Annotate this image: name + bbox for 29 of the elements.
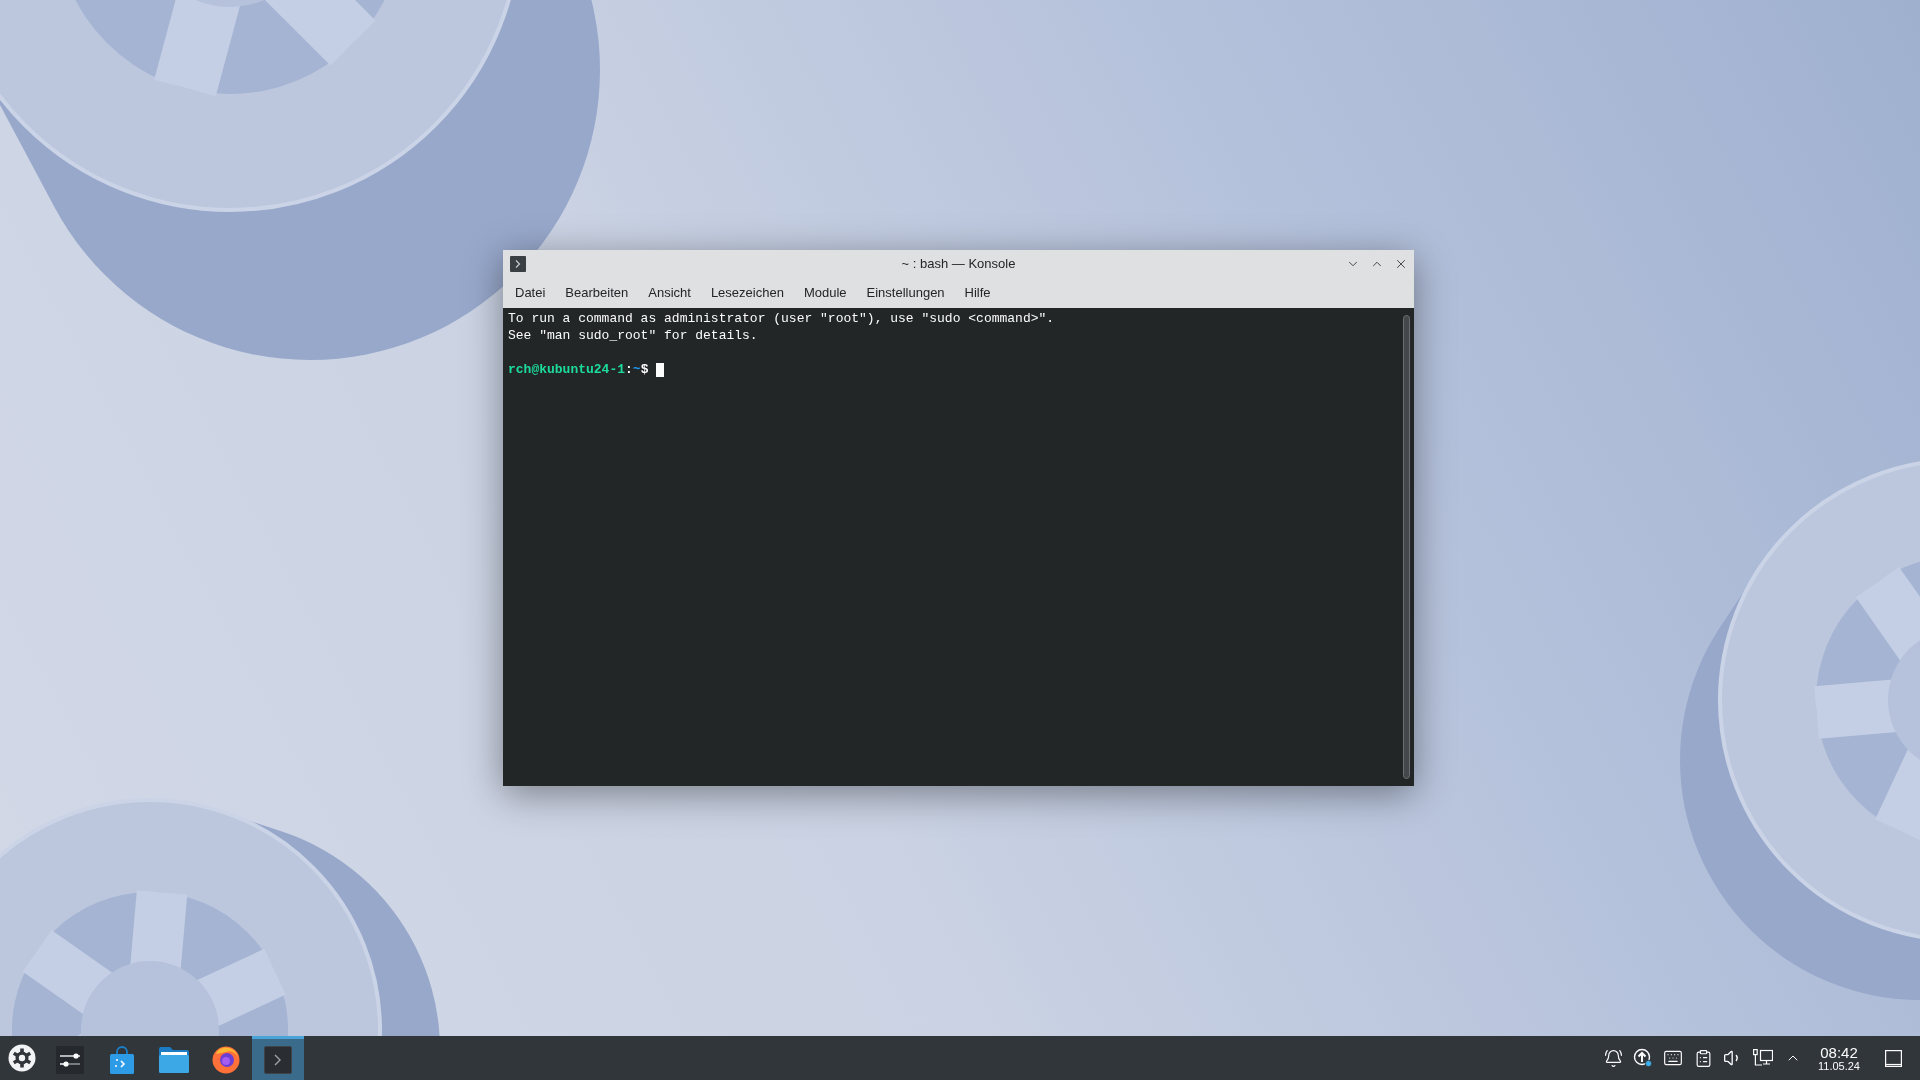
sliders-icon (56, 1045, 84, 1074)
taskbar-app-button[interactable] (252, 1036, 304, 1080)
terminal-output-line: To run a command as administrator (user "root"), use "sudo <command>". (508, 310, 1056, 327)
menu-item[interactable]: Einstellungen (856, 281, 955, 305)
terminal-icon (264, 1045, 292, 1074)
menu-item[interactable]: Hilfe (954, 281, 1001, 305)
menu-item[interactable]: Datei (505, 281, 556, 305)
menu-item[interactable]: Bearbeiten (555, 281, 639, 305)
terminal-icon (510, 256, 526, 272)
bell-icon (1603, 1048, 1623, 1068)
menu-item[interactable]: Ansicht (638, 281, 701, 305)
menu-item[interactable]: Lesezeichen (700, 281, 794, 305)
globe-icon (212, 1045, 240, 1074)
gear-icon (8, 1044, 36, 1072)
shell-prompt: rch@kubuntu24-1:~$ (508, 361, 649, 378)
digital-clock[interactable]: 08:42 11.05.24 (1812, 1044, 1866, 1072)
terminal-pane[interactable]: To run a command as administrator (user "root"), use "sudo <command>". See "man sudo_root" for details. rch@kubuntu24-1:~$ (503, 308, 1414, 786)
close-icon (1394, 257, 1408, 271)
window-title: ~ : bash — Konsole (901, 255, 1016, 274)
show-desktop-icon (1884, 1049, 1902, 1067)
menu-item[interactable]: Module (793, 281, 857, 305)
terminal-output-line: See "man sudo_root" for details. (508, 327, 759, 344)
folder-icon (159, 1046, 189, 1073)
text-cursor (656, 362, 665, 377)
scrollbar[interactable] (1402, 315, 1410, 779)
arrow-up-circle-icon (1633, 1048, 1653, 1068)
keyboard-icon (1663, 1048, 1683, 1068)
network-icon (1753, 1049, 1773, 1067)
shopping-bag-icon (109, 1045, 135, 1074)
